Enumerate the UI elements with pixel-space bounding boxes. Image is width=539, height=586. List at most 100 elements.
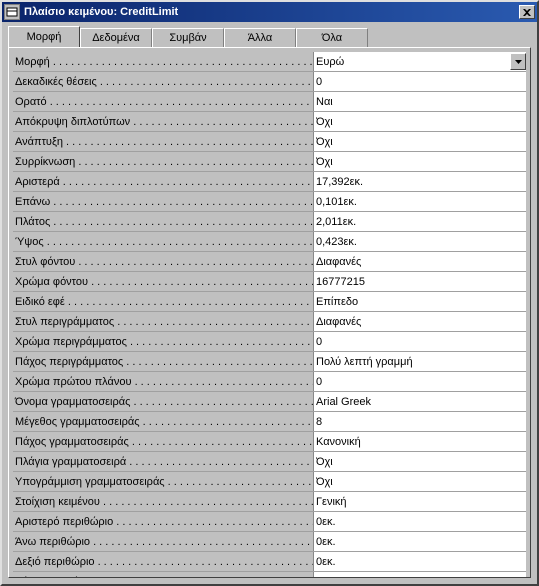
dropdown-button[interactable]: [510, 53, 526, 70]
tab-event[interactable]: Συμβάν: [152, 28, 224, 47]
property-label: Στυλ φόντου . . . . . . . . . . . . . . …: [13, 256, 313, 268]
property-row: Ειδικό εφέ . . . . . . . . . . . . . . .…: [13, 292, 526, 312]
property-value-input[interactable]: [314, 92, 526, 111]
property-value-cell: [313, 212, 526, 231]
property-label: Στοίχιση κειμένου . . . . . . . . . . . …: [13, 496, 313, 508]
property-value-cell: [313, 292, 526, 311]
property-label: Όνομα γραμματοσειράς . . . . . . . . . .…: [13, 396, 313, 408]
property-value-input[interactable]: [314, 252, 526, 271]
property-value-input[interactable]: [314, 332, 526, 351]
tab-other[interactable]: Άλλα: [224, 28, 296, 47]
tab-data[interactable]: Δεδομένα: [80, 28, 152, 47]
property-value-cell: [313, 552, 526, 571]
property-value-input[interactable]: [314, 112, 526, 131]
property-value-input[interactable]: [314, 412, 526, 431]
property-row: Αριστερά . . . . . . . . . . . . . . . .…: [13, 172, 526, 192]
property-value-input[interactable]: [314, 572, 526, 578]
property-value-input[interactable]: [314, 472, 526, 491]
property-row: Συρρίκνωση . . . . . . . . . . . . . . .…: [13, 152, 526, 172]
property-value-input[interactable]: [314, 312, 526, 331]
property-label: Επάνω . . . . . . . . . . . . . . . . . …: [13, 196, 313, 208]
property-row: Μορφή . . . . . . . . . . . . . . . . . …: [13, 52, 526, 72]
property-value-input[interactable]: [314, 512, 526, 531]
property-label: Μέγεθος γραμματοσειράς . . . . . . . . .…: [13, 416, 313, 428]
titlebar: Πλαίσιο κειμένου: CreditLimit: [2, 2, 537, 22]
property-value-input[interactable]: [314, 152, 526, 171]
property-value-cell: [313, 492, 526, 511]
property-row: Μέγεθος γραμματοσειράς . . . . . . . . .…: [13, 412, 526, 432]
property-value-input[interactable]: [314, 532, 526, 551]
property-row: Όνομα γραμματοσειράς . . . . . . . . . .…: [13, 392, 526, 412]
property-row: Άνω περιθώριο . . . . . . . . . . . . . …: [13, 532, 526, 552]
tab-format[interactable]: Μορφή: [8, 26, 80, 47]
property-label: Κάτω περιθώριο . . . . . . . . . . . . .…: [13, 576, 313, 579]
property-label: Πάχος γραμματοσειράς . . . . . . . . . .…: [13, 436, 313, 448]
property-label: Υπογράμμιση γραμματοσειράς . . . . . . .…: [13, 476, 313, 488]
property-label: Χρώμα πρώτου πλάνου . . . . . . . . . . …: [13, 376, 313, 388]
property-value-input[interactable]: [314, 192, 526, 211]
tab-all[interactable]: Όλα: [296, 28, 368, 47]
property-value-cell: [313, 352, 526, 371]
property-value-cell: [313, 432, 526, 451]
property-row: Αριστερό περιθώριο . . . . . . . . . . .…: [13, 512, 526, 532]
property-row: Απόκρυψη διπλοτύπων . . . . . . . . . . …: [13, 112, 526, 132]
property-row: Ορατό . . . . . . . . . . . . . . . . . …: [13, 92, 526, 112]
property-row: Δεξιό περιθώριο . . . . . . . . . . . . …: [13, 552, 526, 572]
property-row: Χρώμα πρώτου πλάνου . . . . . . . . . . …: [13, 372, 526, 392]
window-title: Πλαίσιο κειμένου: CreditLimit: [24, 6, 519, 18]
property-value-input[interactable]: [314, 132, 526, 151]
property-value-cell: [313, 372, 526, 391]
property-row: Δεκαδικές θέσεις . . . . . . . . . . . .…: [13, 72, 526, 92]
property-label: Άνω περιθώριο . . . . . . . . . . . . . …: [13, 536, 313, 548]
property-grid: Μορφή . . . . . . . . . . . . . . . . . …: [13, 52, 526, 578]
property-label: Αριστερό περιθώριο . . . . . . . . . . .…: [13, 516, 313, 528]
property-value-cell: [313, 272, 526, 291]
property-label: Χρώμα περιγράμματος . . . . . . . . . . …: [13, 336, 313, 348]
property-row: Στυλ περιγράμματος . . . . . . . . . . .…: [13, 312, 526, 332]
property-row: Ύψος . . . . . . . . . . . . . . . . . .…: [13, 232, 526, 252]
chevron-down-icon: [515, 60, 522, 64]
property-label: Δεξιό περιθώριο . . . . . . . . . . . . …: [13, 556, 313, 568]
property-row: Πλάγια γραμματοσειρά . . . . . . . . . .…: [13, 452, 526, 472]
property-value-input[interactable]: [314, 552, 526, 571]
property-row: Ανάπτυξη . . . . . . . . . . . . . . . .…: [13, 132, 526, 152]
property-value-input[interactable]: [314, 392, 526, 411]
property-label: Στυλ περιγράμματος . . . . . . . . . . .…: [13, 316, 313, 328]
property-label: Συρρίκνωση . . . . . . . . . . . . . . .…: [13, 156, 313, 168]
property-value-input[interactable]: [314, 212, 526, 231]
property-row: Πάχος γραμματοσειράς . . . . . . . . . .…: [13, 432, 526, 452]
property-value-cell: [313, 312, 526, 331]
property-value-input[interactable]: [314, 452, 526, 471]
property-label: Απόκρυψη διπλοτύπων . . . . . . . . . . …: [13, 116, 313, 128]
property-value-input[interactable]: [314, 352, 526, 371]
property-value-cell: [313, 332, 526, 351]
property-value-cell: [313, 392, 526, 411]
property-value-cell: [313, 472, 526, 491]
property-row: Πάχος περιγράμματος . . . . . . . . . . …: [13, 352, 526, 372]
property-value-cell: [313, 452, 526, 471]
property-label: Ειδικό εφέ . . . . . . . . . . . . . . .…: [13, 296, 313, 308]
property-value-input[interactable]: [314, 432, 526, 451]
property-value-input[interactable]: [314, 52, 510, 71]
property-value-cell: [313, 572, 526, 578]
property-label: Πλάτος . . . . . . . . . . . . . . . . .…: [13, 216, 313, 228]
property-row: Χρώμα περιγράμματος . . . . . . . . . . …: [13, 332, 526, 352]
property-value-cell: [313, 72, 526, 91]
property-value-cell: [313, 52, 526, 71]
property-value-input[interactable]: [314, 492, 526, 511]
property-value-input[interactable]: [314, 292, 526, 311]
property-label: Μορφή . . . . . . . . . . . . . . . . . …: [13, 56, 313, 68]
property-value-cell: [313, 172, 526, 191]
property-value-cell: [313, 512, 526, 531]
property-value-input[interactable]: [314, 72, 526, 91]
property-value-input[interactable]: [314, 272, 526, 291]
property-row: Στυλ φόντου . . . . . . . . . . . . . . …: [13, 252, 526, 272]
property-label: Ανάπτυξη . . . . . . . . . . . . . . . .…: [13, 136, 313, 148]
property-value-input[interactable]: [314, 172, 526, 191]
properties-window: Πλαίσιο κειμένου: CreditLimit Μορφή Δεδο…: [0, 0, 539, 586]
property-value-input[interactable]: [314, 232, 526, 251]
property-value-input[interactable]: [314, 372, 526, 391]
tab-bar: Μορφή Δεδομένα Συμβάν Άλλα Όλα: [2, 22, 537, 47]
close-button[interactable]: [519, 5, 535, 19]
property-row: Στοίχιση κειμένου . . . . . . . . . . . …: [13, 492, 526, 512]
